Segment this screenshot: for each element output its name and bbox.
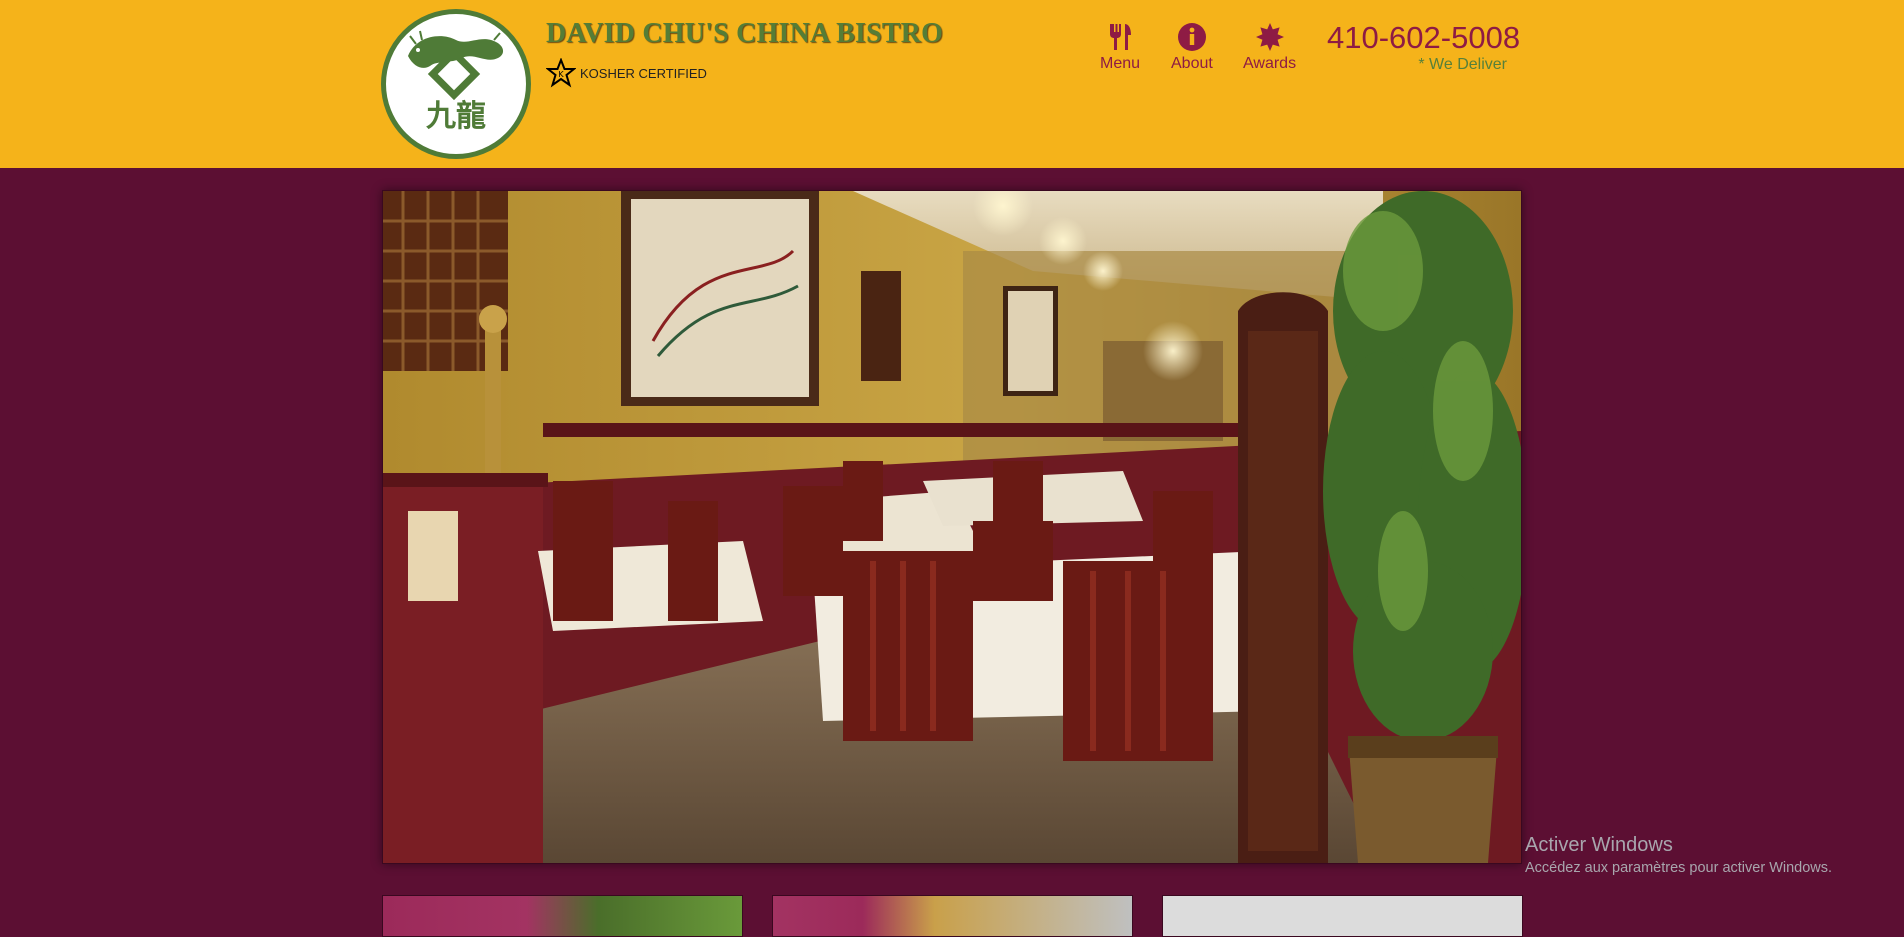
- nav-menu-label: Menu: [1100, 55, 1141, 72]
- star-icon: K: [546, 58, 576, 88]
- windows-activation-watermark: Activer Windows Accédez aux paramètres p…: [1525, 834, 1832, 876]
- watermark-title: Activer Windows: [1525, 834, 1673, 856]
- site-header: 九龍 DAVID CHU'S CHINA BISTRO K KOSHER CER…: [0, 0, 1904, 168]
- nav-about[interactable]: About: [1171, 22, 1213, 73]
- svg-text:K: K: [558, 70, 564, 79]
- nav-about-label: About: [1171, 55, 1213, 72]
- card-3[interactable]: [1162, 895, 1523, 937]
- card-2[interactable]: [772, 895, 1133, 937]
- kosher-label: KOSHER CERTIFIED: [580, 65, 707, 81]
- card-1[interactable]: [382, 895, 743, 937]
- fork-knife-icon: [1110, 24, 1132, 50]
- logo-characters: 九龍: [426, 99, 486, 134]
- hero-photo: [382, 190, 1522, 864]
- restaurant-dining-room-photo: [383, 191, 1521, 863]
- badge-icon: [1255, 23, 1284, 51]
- info-icon: [1177, 23, 1206, 51]
- delivery-note: * We Deliver: [1418, 56, 1507, 73]
- nav-menu[interactable]: Menu: [1100, 22, 1140, 73]
- phone-number[interactable]: 410-602-5008: [1327, 20, 1520, 56]
- watermark-subtitle: Accédez aux paramètres pour activer Wind…: [1525, 860, 1833, 876]
- nav-awards-label: Awards: [1243, 55, 1297, 72]
- site-title[interactable]: DAVID CHU'S CHINA BISTRO: [546, 18, 943, 50]
- nav-awards[interactable]: Awards: [1243, 22, 1296, 73]
- kosher-certified-badge: K KOSHER CERTIFIED: [546, 58, 707, 88]
- dragon-logo[interactable]: 九龍: [381, 9, 531, 159]
